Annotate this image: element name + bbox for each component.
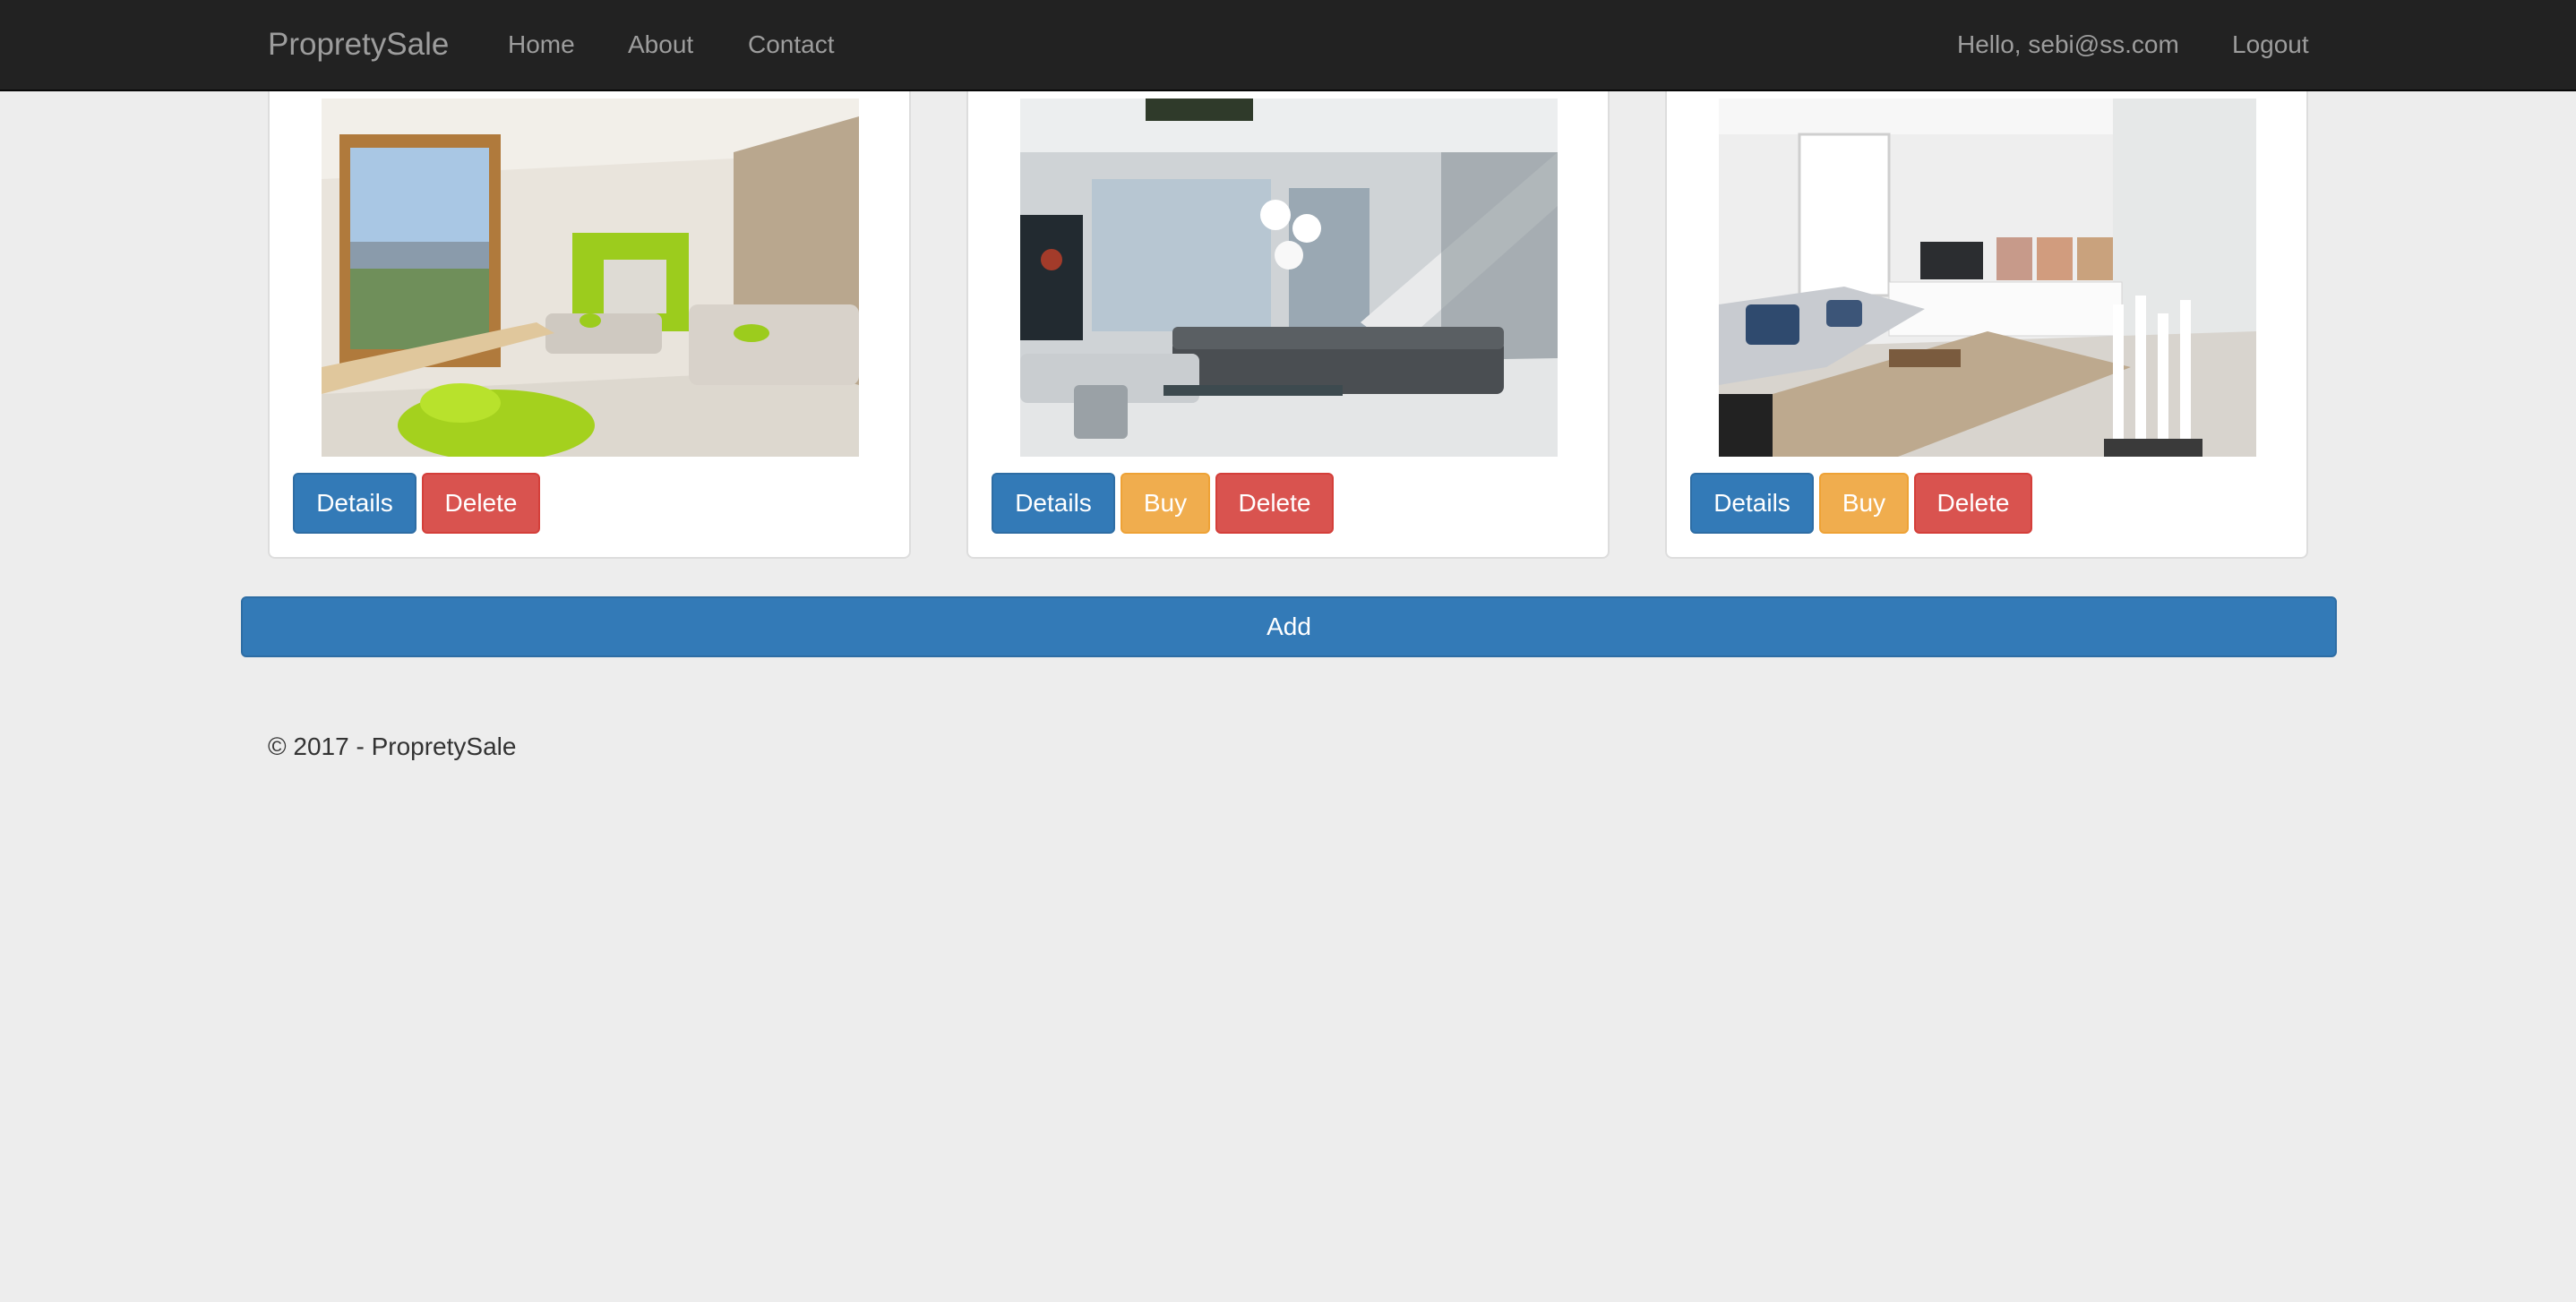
property-photo[interactable] <box>322 99 859 457</box>
add-property-button[interactable]: Add <box>241 596 2337 657</box>
details-button[interactable]: Details <box>992 473 1115 534</box>
nav-contact-link[interactable]: Contact <box>748 25 835 64</box>
property-photo[interactable] <box>1719 99 2256 457</box>
top-navbar: PropretySale Home About Contact Hello, s… <box>0 0 2576 91</box>
nav-home-link[interactable]: Home <box>508 25 575 64</box>
property-card: Details Buy Delete <box>1665 91 2308 559</box>
footer-copyright: © 2017 - PropretySale <box>268 732 517 760</box>
user-greeting-link[interactable]: Hello, sebi@ss.com <box>1957 25 2179 64</box>
property-card: Details Buy Delete <box>966 91 1610 559</box>
delete-button[interactable]: Delete <box>1215 473 1334 534</box>
property-card: Details Delete <box>268 91 911 559</box>
buy-button[interactable]: Buy <box>1121 473 1210 534</box>
buy-button[interactable]: Buy <box>1819 473 1909 534</box>
brand-link[interactable]: PropretySale <box>268 25 449 64</box>
details-button[interactable]: Details <box>293 473 416 534</box>
property-photo[interactable] <box>1020 99 1558 457</box>
delete-button[interactable]: Delete <box>422 473 540 534</box>
nav-about-link[interactable]: About <box>628 25 693 64</box>
delete-button[interactable]: Delete <box>1914 473 2032 534</box>
logout-link[interactable]: Logout <box>2232 25 2309 64</box>
details-button[interactable]: Details <box>1690 473 1814 534</box>
